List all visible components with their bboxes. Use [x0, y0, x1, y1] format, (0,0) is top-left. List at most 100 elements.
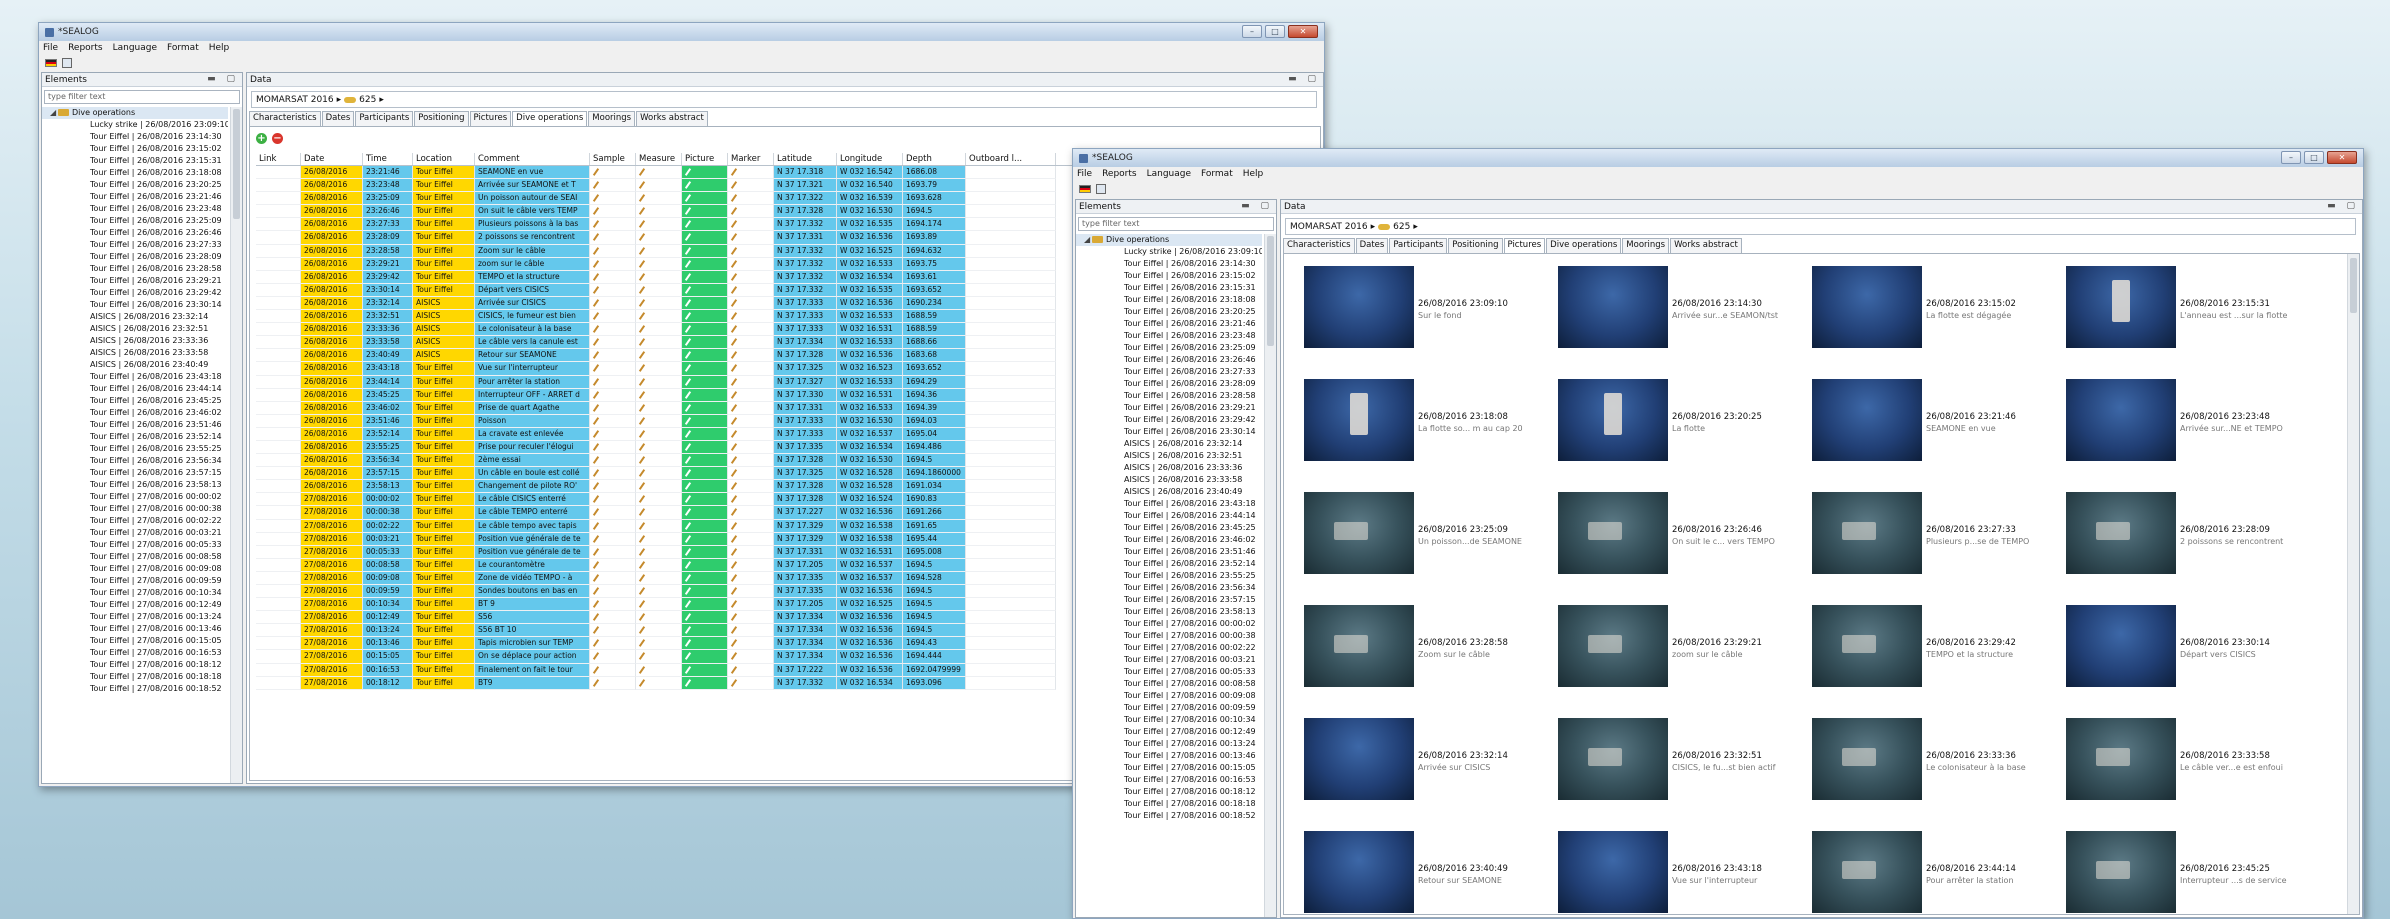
- cell-link[interactable]: [256, 598, 301, 612]
- cell-loc[interactable]: Tour Eiffel: [413, 611, 475, 625]
- cell-lat[interactable]: N 37 17.331: [774, 231, 837, 245]
- edit-pencil-icon[interactable]: [638, 678, 646, 687]
- scroll-thumb[interactable]: [233, 109, 240, 219]
- picture-item[interactable]: 26/08/2016 23:15:02 La flotte est dégagée: [1812, 266, 2062, 358]
- cell-link[interactable]: [256, 519, 301, 533]
- cell-loc[interactable]: Tour Eiffel: [413, 388, 475, 402]
- tree-item[interactable]: Tour Eiffel | 26/08/2016 23:55:25: [1076, 570, 1262, 582]
- cell-dep[interactable]: 1694.632: [903, 244, 966, 258]
- edit-pencil-icon[interactable]: [684, 364, 692, 373]
- edit-pencil-icon[interactable]: [730, 338, 738, 347]
- edit-pencil-icon[interactable]: [730, 259, 738, 268]
- edit-pencil-icon[interactable]: [592, 207, 600, 216]
- cell-dep[interactable]: 1693.61: [903, 270, 966, 284]
- cell-com[interactable]: S56: [475, 611, 590, 625]
- cell-time[interactable]: 23:33:36: [363, 323, 413, 337]
- menu-file[interactable]: File: [1077, 169, 1092, 179]
- tree-scrollbar[interactable]: [230, 107, 242, 783]
- edit-pencil-icon[interactable]: [592, 338, 600, 347]
- cell-sam[interactable]: [590, 349, 636, 363]
- tree-item[interactable]: Tour Eiffel | 27/08/2016 00:05:33: [1076, 666, 1262, 678]
- cell-mea[interactable]: [636, 166, 682, 180]
- tree-item[interactable]: Tour Eiffel | 26/08/2016 23:26:46: [1076, 354, 1262, 366]
- tree-item[interactable]: Tour Eiffel | 26/08/2016 23:25:09: [42, 215, 228, 227]
- cell-mea[interactable]: [636, 427, 682, 441]
- cell-sam[interactable]: [590, 585, 636, 599]
- cell-mar[interactable]: [728, 231, 774, 245]
- cell-mea[interactable]: [636, 676, 682, 690]
- cell-mea[interactable]: [636, 244, 682, 258]
- edit-pencil-icon[interactable]: [730, 521, 738, 530]
- tree-item[interactable]: Tour Eiffel | 27/08/2016 00:10:34: [1076, 714, 1262, 726]
- cell-loc[interactable]: AISICS: [413, 310, 475, 324]
- tree-item[interactable]: AISICS | 26/08/2016 23:32:51: [1076, 450, 1262, 462]
- cell-mar[interactable]: [728, 571, 774, 585]
- remove-button[interactable]: −: [272, 133, 283, 144]
- cell-lat[interactable]: N 37 17.334: [774, 650, 837, 664]
- cell-mar[interactable]: [728, 283, 774, 297]
- picture-thumbnail[interactable]: [2066, 266, 2176, 348]
- cell-lat[interactable]: N 37 17.205: [774, 598, 837, 612]
- cell-loc[interactable]: Tour Eiffel: [413, 192, 475, 206]
- cell-lat[interactable]: N 37 17.334: [774, 611, 837, 625]
- cell-date[interactable]: 27/08/2016: [301, 493, 363, 507]
- tree-item[interactable]: Tour Eiffel | 26/08/2016 23:15:02: [1076, 270, 1262, 282]
- menu-language[interactable]: Language: [113, 43, 157, 53]
- cell-mar[interactable]: [728, 611, 774, 625]
- tree-item[interactable]: Tour Eiffel | 26/08/2016 23:25:09: [1076, 342, 1262, 354]
- edit-pencil-icon[interactable]: [684, 443, 692, 451]
- cell-link[interactable]: [256, 545, 301, 559]
- cell-pic[interactable]: [682, 218, 728, 232]
- edit-pencil-icon[interactable]: [592, 534, 600, 543]
- edit-pencil-icon[interactable]: [684, 233, 692, 242]
- cell-date[interactable]: 27/08/2016: [301, 663, 363, 677]
- title-bar[interactable]: *SEALOG – □ ✕: [1073, 149, 2363, 167]
- cell-pic[interactable]: [682, 283, 728, 297]
- col-comment[interactable]: Comment: [475, 153, 590, 165]
- edit-pencil-icon[interactable]: [592, 495, 600, 504]
- cell-link[interactable]: [256, 493, 301, 507]
- cell-mea[interactable]: [636, 205, 682, 219]
- cell-pic[interactable]: [682, 336, 728, 350]
- cell-outboard[interactable]: [966, 598, 1056, 612]
- edit-pencil-icon[interactable]: [592, 443, 600, 451]
- cell-pic[interactable]: [682, 637, 728, 651]
- cell-time[interactable]: 23:40:49: [363, 349, 413, 363]
- tree-item[interactable]: Tour Eiffel | 26/08/2016 23:28:58: [1076, 390, 1262, 402]
- menu-file[interactable]: File: [43, 43, 58, 53]
- edit-pencil-icon[interactable]: [684, 469, 692, 478]
- edit-pencil-icon[interactable]: [684, 482, 692, 491]
- col-latitude[interactable]: Latitude: [774, 153, 837, 165]
- edit-pencil-icon[interactable]: [592, 312, 600, 320]
- cell-date[interactable]: 27/08/2016: [301, 676, 363, 690]
- edit-pencil-icon[interactable]: [638, 665, 646, 674]
- cell-mar[interactable]: [728, 676, 774, 690]
- tree-item[interactable]: Tour Eiffel | 27/08/2016 00:13:24: [1076, 738, 1262, 750]
- edit-pencil-icon[interactable]: [638, 587, 646, 595]
- cell-time[interactable]: 00:08:58: [363, 558, 413, 572]
- cell-com[interactable]: Le câble vers la canule est: [475, 336, 590, 350]
- picture-item[interactable]: 26/08/2016 23:29:21 zoom sur le câble: [1558, 605, 1808, 697]
- picture-thumbnail[interactable]: [1304, 605, 1414, 687]
- cell-dep[interactable]: 1693.628: [903, 192, 966, 206]
- cell-mar[interactable]: [728, 296, 774, 311]
- cell-time[interactable]: 23:55:25: [363, 440, 413, 455]
- cell-lat[interactable]: N 37 17.222: [774, 663, 837, 677]
- edit-pencil-icon[interactable]: [730, 508, 738, 517]
- cell-dep[interactable]: 1690.83: [903, 493, 966, 507]
- cell-lon[interactable]: W 032 16.542: [837, 166, 903, 180]
- filter-input[interactable]: type filter text: [44, 90, 240, 104]
- col-outboard[interactable]: Outboard l...: [966, 153, 1056, 165]
- cell-mar[interactable]: [728, 532, 774, 546]
- cell-pic[interactable]: [682, 454, 728, 468]
- cell-time[interactable]: 00:00:02: [363, 493, 413, 507]
- cell-mar[interactable]: [728, 257, 774, 271]
- picture-item[interactable]: 26/08/2016 23:32:14 Arrivée sur CISICS: [1304, 718, 1554, 810]
- cell-pic[interactable]: [682, 244, 728, 258]
- cell-lon[interactable]: W 032 16.524: [837, 493, 903, 507]
- cell-outboard[interactable]: [966, 362, 1056, 376]
- cell-lat[interactable]: N 37 17.331: [774, 545, 837, 559]
- edit-pencil-icon[interactable]: [684, 639, 692, 648]
- cell-sam[interactable]: [590, 362, 636, 376]
- edit-pencil-icon[interactable]: [684, 587, 692, 595]
